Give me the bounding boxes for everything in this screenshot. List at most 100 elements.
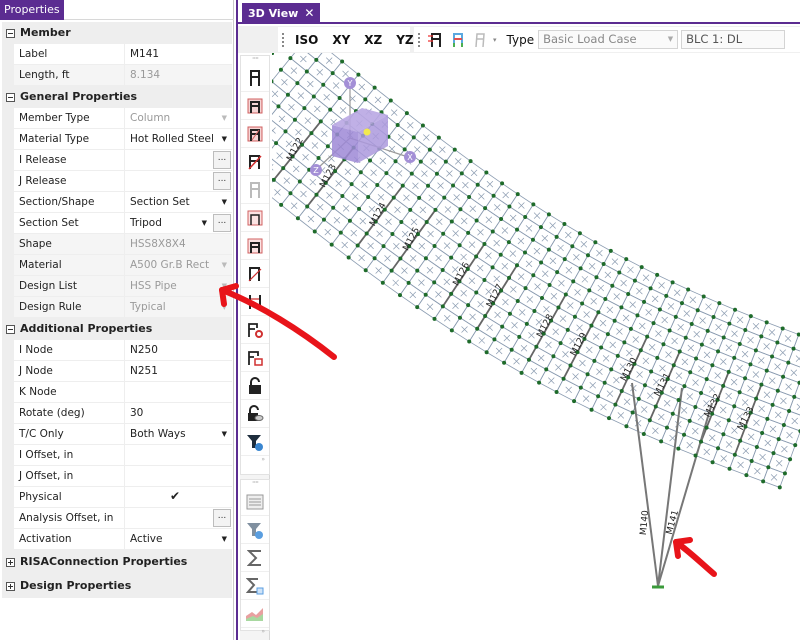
xy-view-button[interactable]: XY <box>325 33 357 47</box>
category-design-properties[interactable]: Design Properties <box>2 574 232 598</box>
properties-tab[interactable]: Properties <box>0 0 64 20</box>
property-row-i-node[interactable]: I Node N250 <box>14 340 232 361</box>
color-member-icon[interactable] <box>447 30 469 50</box>
toolbar-overflow-icon[interactable]: » <box>241 628 269 638</box>
lock-view-icon[interactable] <box>241 400 269 428</box>
property-row-j-release[interactable]: J Release ... <box>14 171 232 192</box>
dropdown-arrow-icon[interactable]: ▼ <box>202 213 207 233</box>
toolbar-overflow-icon[interactable]: » <box>241 456 269 466</box>
j-node-field[interactable]: N251 <box>125 361 232 381</box>
rotate-field[interactable]: 30 <box>125 403 232 423</box>
collapse-icon[interactable] <box>6 28 15 38</box>
member-settings-icon[interactable] <box>241 316 269 344</box>
expand-icon[interactable] <box>6 581 15 591</box>
node <box>671 363 676 368</box>
type-select[interactable]: Basic Load Case ▼ <box>538 30 679 49</box>
dropdown-arrow-icon[interactable]: ▼ <box>222 192 227 212</box>
cube-center-handle[interactable] <box>363 128 371 136</box>
physical-checkbox[interactable]: ✔ <box>170 490 183 503</box>
plate-marker <box>288 104 295 111</box>
node <box>397 293 402 298</box>
plate-marker <box>509 250 517 257</box>
dropdown-arrow-icon[interactable]: ▼ <box>222 424 227 444</box>
expand-icon[interactable] <box>6 557 15 567</box>
iso-view-button[interactable]: ISO <box>288 33 325 47</box>
category-risaconnection-properties[interactable]: RISAConnection Properties <box>2 550 232 574</box>
section-shape-select[interactable]: Section Set ▼ <box>125 192 232 212</box>
category-general-properties[interactable]: General Properties <box>2 86 232 108</box>
activation-select[interactable]: Active ▼ <box>125 529 232 549</box>
dropdown-arrow-icon[interactable]: ▼ <box>222 129 227 149</box>
dropdown-arrow-icon[interactable]: ▼ <box>222 529 227 549</box>
property-row-i-release[interactable]: I Release ... <box>14 150 232 171</box>
plate-marker <box>642 357 650 365</box>
property-row-analysis-offset[interactable]: Analysis Offset, in ... <box>14 508 232 529</box>
collapse-icon[interactable] <box>6 92 15 102</box>
property-row-tc-only[interactable]: T/C Only Both Ways ▼ <box>14 424 232 445</box>
toolbar-grip[interactable] <box>418 32 421 47</box>
category-additional-properties[interactable]: Additional Properties <box>2 318 232 340</box>
render-member-faded-icon[interactable] <box>241 176 269 204</box>
render-member-diagonal-icon[interactable] <box>241 148 269 176</box>
property-row-section-shape[interactable]: Section/Shape Section Set ▼ <box>14 192 232 213</box>
render-section-partial-icon[interactable] <box>241 232 269 260</box>
i-node-field[interactable]: N250 <box>125 340 232 360</box>
property-row-material-type[interactable]: Material Type Hot Rolled Steel ▼ <box>14 129 232 150</box>
section-set-select[interactable]: Tripod ▼... <box>125 213 232 233</box>
i-offset-field[interactable] <box>125 445 232 465</box>
k-node-field[interactable] <box>125 382 232 402</box>
filter-icon[interactable] <box>241 428 269 456</box>
analysis-offset-field[interactable]: ... <box>125 508 232 528</box>
j-release-field[interactable]: ... <box>125 171 232 191</box>
wireframe-member-icon[interactable] <box>469 30 491 50</box>
results-table-icon[interactable] <box>241 488 269 516</box>
property-row-label[interactable]: Label M141 <box>14 44 232 65</box>
i-release-field[interactable]: ... <box>125 150 232 170</box>
load-case-select[interactable]: BLC 1: DL <box>681 30 786 49</box>
contour-icon[interactable] <box>241 600 269 628</box>
property-row-i-offset[interactable]: I Offset, in <box>14 445 232 466</box>
sum-icon[interactable] <box>241 544 269 572</box>
node <box>765 416 770 421</box>
collapse-icon[interactable] <box>6 324 15 334</box>
render-section-icon[interactable] <box>241 92 269 120</box>
3d-view-tab[interactable]: 3D View ✕ <box>242 3 321 24</box>
close-icon[interactable]: ✕ <box>304 6 314 20</box>
label-field[interactable]: M141 <box>125 44 232 64</box>
dropdown-arrow-icon[interactable]: ▼ <box>668 31 673 48</box>
render-member-cross-icon[interactable] <box>241 260 269 288</box>
toolbar-grip[interactable] <box>282 32 284 47</box>
category-member[interactable]: Member <box>2 22 232 44</box>
plate-marker <box>533 212 541 219</box>
member-end-release-icon[interactable] <box>241 288 269 316</box>
dropdown-arrow-icon[interactable]: ▾ <box>493 36 497 44</box>
xz-view-button[interactable]: XZ <box>357 33 389 47</box>
j-release-ellipsis-button[interactable]: ... <box>213 172 231 190</box>
sum-selected-icon[interactable] <box>241 572 269 600</box>
toolbar-grip[interactable]: ···· <box>241 479 269 488</box>
property-row-physical[interactable]: Physical ✔ <box>14 487 232 508</box>
render-section-outline-icon[interactable] <box>241 204 269 232</box>
member-properties-icon[interactable] <box>241 344 269 372</box>
toolbar-grip[interactable]: ···· <box>241 55 269 64</box>
filter-results-icon[interactable] <box>241 516 269 544</box>
member-render-icon[interactable] <box>425 30 447 50</box>
design-rule-select: Typical ▼ <box>125 297 232 317</box>
property-row-j-node[interactable]: J Node N251 <box>14 361 232 382</box>
model-canvas[interactable]: M122 M123 M124 M125 M126 M127 M128 M129 M130 M131… <box>272 53 800 640</box>
property-row-k-node[interactable]: K Node <box>14 382 232 403</box>
i-release-ellipsis-button[interactable]: ... <box>213 151 231 169</box>
property-row-rotate[interactable]: Rotate (deg) 30 <box>14 403 232 424</box>
property-row-activation[interactable]: Activation Active ▼ <box>14 529 232 550</box>
tc-only-select[interactable]: Both Ways ▼ <box>125 424 232 444</box>
lock-icon[interactable] <box>241 372 269 400</box>
property-row-section-set[interactable]: Section Set Tripod ▼... <box>14 213 232 234</box>
render-section-filled-icon[interactable] <box>241 120 269 148</box>
render-member-icon[interactable] <box>241 64 269 92</box>
section-set-ellipsis-button[interactable]: ... <box>213 214 231 232</box>
model-drawing[interactable]: M122M123M124M125M126M127M128M129M130M131… <box>272 53 800 640</box>
property-row-j-offset[interactable]: J Offset, in <box>14 466 232 487</box>
analysis-offset-ellipsis-button[interactable]: ... <box>213 509 231 527</box>
material-type-select[interactable]: Hot Rolled Steel ▼ <box>125 129 232 149</box>
j-offset-field[interactable] <box>125 466 232 486</box>
